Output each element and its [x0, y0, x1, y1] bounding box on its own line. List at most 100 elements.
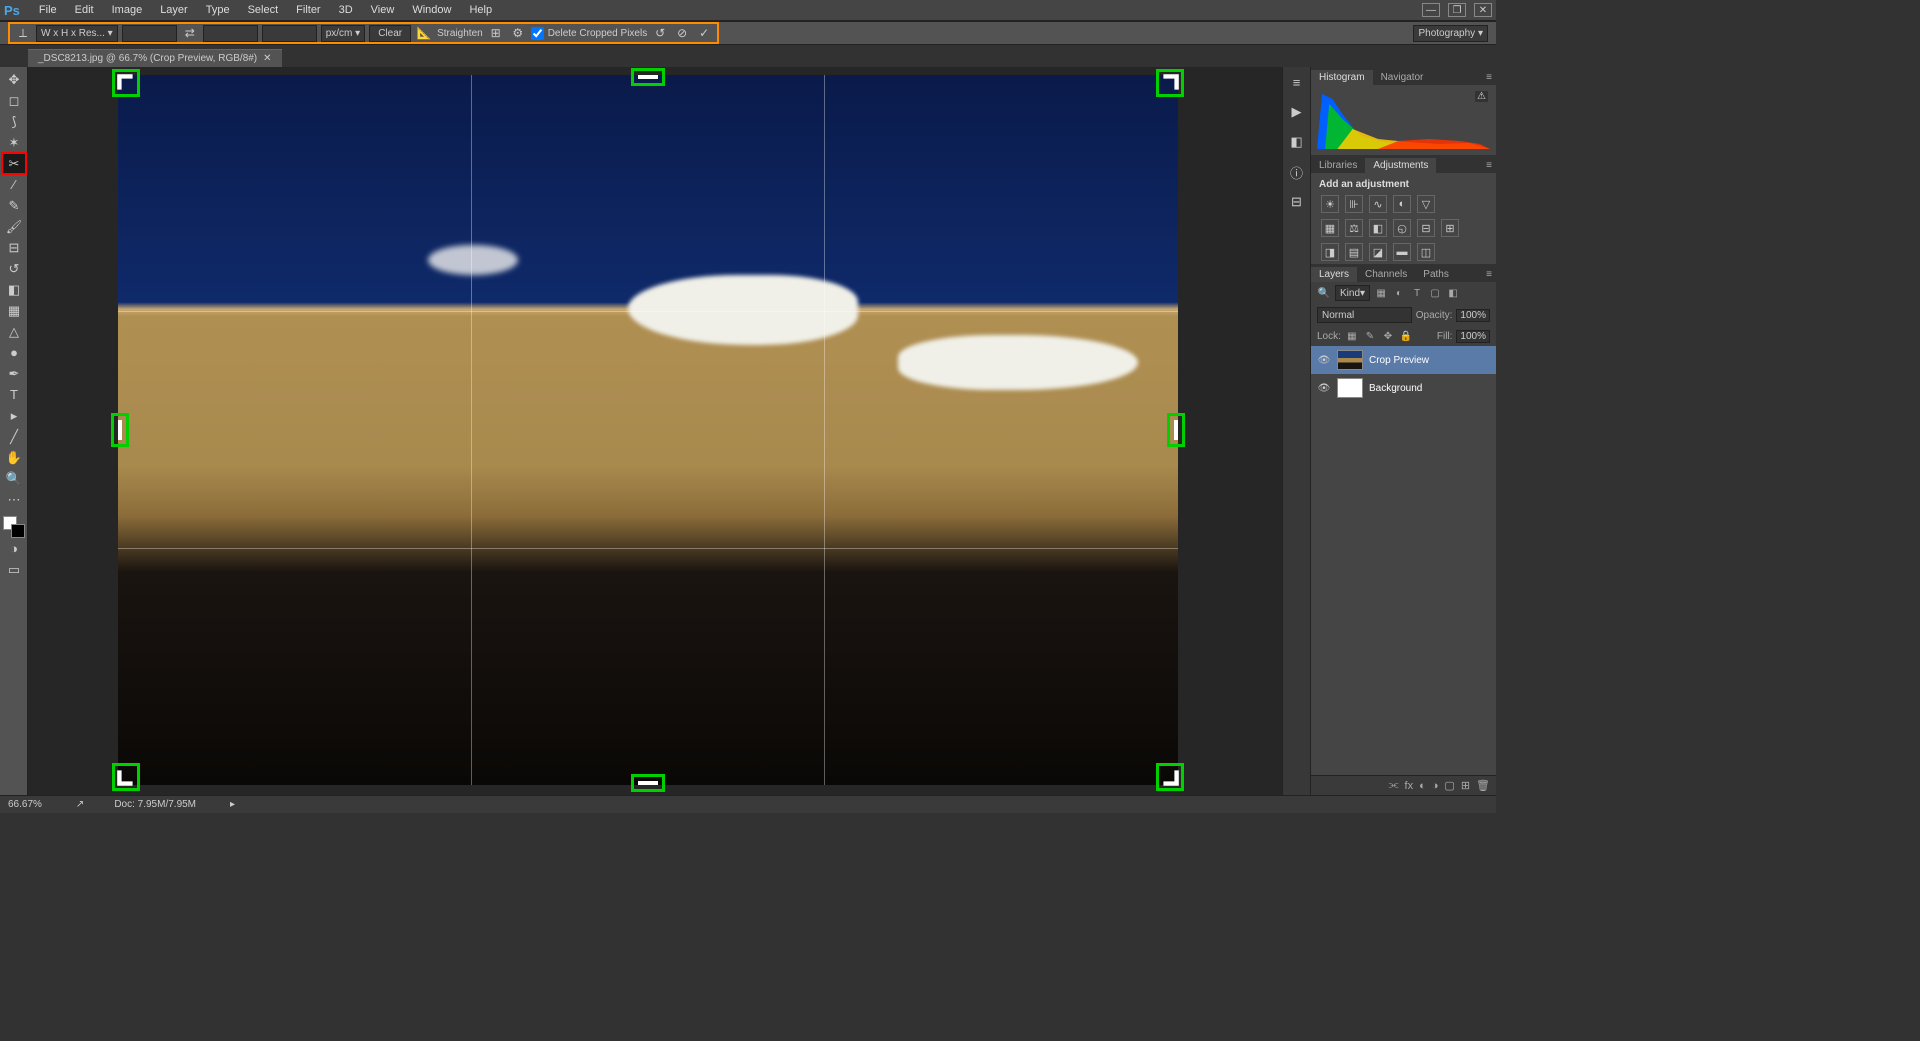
histogram-warning-icon[interactable]: ⚠ — [1475, 91, 1488, 102]
crop-handle-bl[interactable] — [115, 766, 137, 788]
maximize-button[interactable]: ❐ — [1448, 3, 1466, 17]
filter-shape-icon[interactable]: ▢ — [1428, 286, 1442, 300]
straighten-label[interactable]: Straighten — [437, 28, 483, 39]
crop-height-input[interactable] — [203, 25, 258, 42]
blend-mode-select[interactable]: Normal — [1317, 307, 1412, 323]
document-info[interactable]: Doc: 7.95M/7.95M — [114, 799, 196, 810]
search-icon[interactable]: 🔍 — [1317, 286, 1331, 300]
marquee-tool[interactable]: ◻ — [3, 91, 25, 110]
layer-fx-icon[interactable]: fx — [1405, 780, 1414, 792]
layer-row[interactable]: 👁 Crop Preview — [1311, 346, 1496, 374]
filter-adjust-icon[interactable]: ◐ — [1392, 286, 1406, 300]
overlay-grid-icon[interactable]: ⊞ — [487, 24, 505, 42]
brush-tool[interactable]: 🖌 — [3, 217, 25, 236]
menu-view[interactable]: View — [362, 1, 404, 19]
lock-all-icon[interactable]: 🔒 — [1399, 329, 1413, 343]
brightness-icon[interactable]: ☀ — [1321, 195, 1339, 213]
commit-crop-icon[interactable]: ✓ — [695, 24, 713, 42]
zoom-tool[interactable]: 🔍 — [3, 469, 25, 488]
tab-paths[interactable]: Paths — [1415, 267, 1457, 282]
blur-tool[interactable]: △ — [3, 322, 25, 341]
history-brush-tool[interactable]: ↺ — [3, 259, 25, 278]
swap-dimensions-icon[interactable]: ⇄ — [181, 24, 199, 42]
vibrance-icon[interactable]: ▽ — [1417, 195, 1435, 213]
new-fill-icon[interactable]: ◑ — [1432, 780, 1439, 792]
pen-tool[interactable]: ✒ — [3, 364, 25, 383]
eraser-tool[interactable]: ◧ — [3, 280, 25, 299]
menu-image[interactable]: Image — [103, 1, 152, 19]
layer-thumbnail[interactable] — [1337, 350, 1363, 370]
color-lookup-icon[interactable]: ⊞ — [1441, 219, 1459, 237]
healing-brush-tool[interactable]: ✎ — [3, 196, 25, 215]
layer-filter-select[interactable]: Kind ▾ — [1335, 285, 1370, 301]
history-panel-icon[interactable]: ≡ — [1288, 73, 1306, 91]
reset-crop-icon[interactable]: ↺ — [651, 24, 669, 42]
posterize-icon[interactable]: ▤ — [1345, 243, 1363, 261]
hue-sat-icon[interactable]: ▦ — [1321, 219, 1339, 237]
threshold-icon[interactable]: ◪ — [1369, 243, 1387, 261]
layer-name[interactable]: Background — [1369, 383, 1422, 394]
tab-libraries[interactable]: Libraries — [1311, 158, 1365, 173]
type-tool[interactable]: T — [3, 385, 25, 404]
crop-options-icon[interactable]: ⚙ — [509, 24, 527, 42]
eyedropper-tool[interactable]: ⁄ — [3, 175, 25, 194]
layer-mask-icon[interactable]: ◐ — [1419, 780, 1426, 792]
line-tool[interactable]: ╱ — [3, 427, 25, 446]
menu-window[interactable]: Window — [403, 1, 460, 19]
crop-handle-br[interactable] — [1159, 766, 1181, 788]
zoom-popup-icon[interactable]: ↗ — [76, 799, 84, 810]
selective-color-icon[interactable]: ◫ — [1417, 243, 1435, 261]
gradient-map-icon[interactable]: ▬ — [1393, 243, 1411, 261]
background-swatch[interactable] — [11, 524, 25, 538]
layer-row[interactable]: 👁 Background — [1311, 374, 1496, 402]
histogram-flyout-icon[interactable]: ≡ — [1482, 70, 1496, 85]
curves-icon[interactable]: ∿ — [1369, 195, 1387, 213]
move-tool[interactable]: ✥ — [3, 70, 25, 89]
crop-handle-left[interactable] — [114, 416, 126, 444]
clone-stamp-tool[interactable]: ⊟ — [3, 238, 25, 257]
screen-mode-toggle[interactable]: ▭ — [3, 560, 25, 579]
crop-handle-tr[interactable] — [1159, 72, 1181, 94]
quick-select-tool[interactable]: ✶ — [3, 133, 25, 152]
opacity-value[interactable]: 100% — [1456, 309, 1490, 322]
exposure-icon[interactable]: ◐ — [1393, 195, 1411, 213]
workspace-select[interactable]: Photography ▾ — [1413, 25, 1488, 42]
lock-position-icon[interactable]: ✥ — [1381, 329, 1395, 343]
tab-adjustments[interactable]: Adjustments — [1365, 158, 1436, 173]
menu-select[interactable]: Select — [239, 1, 288, 19]
straighten-icon[interactable]: 📐 — [415, 24, 433, 42]
actions-panel-icon[interactable]: ▶ — [1288, 103, 1306, 121]
lock-transparency-icon[interactable]: ▦ — [1345, 329, 1359, 343]
histogram-panel[interactable]: ⚠ — [1311, 85, 1496, 155]
tab-histogram[interactable]: Histogram — [1311, 70, 1373, 85]
fill-value[interactable]: 100% — [1456, 330, 1490, 343]
quick-mask-toggle[interactable]: ◑ — [3, 539, 25, 558]
units-select[interactable]: px/cm ▾ — [321, 25, 365, 42]
crop-handle-tl[interactable] — [115, 72, 137, 94]
gradient-tool[interactable]: ▦ — [3, 301, 25, 320]
info-panel-icon[interactable]: ⓘ — [1288, 163, 1306, 181]
crop-tool-icon[interactable]: ⟂ — [14, 24, 32, 42]
tab-navigator[interactable]: Navigator — [1373, 70, 1432, 85]
filter-type-icon[interactable]: T — [1410, 286, 1424, 300]
zoom-level[interactable]: 66.67% — [8, 799, 42, 810]
crop-handle-right[interactable] — [1170, 416, 1182, 444]
crop-ratio-select[interactable]: W x H x Res... ▾ — [36, 25, 118, 42]
crop-resolution-input[interactable] — [262, 25, 317, 42]
crop-handle-top[interactable] — [634, 71, 662, 83]
canvas[interactable] — [28, 67, 1282, 795]
photo-filter-icon[interactable]: ◵ — [1393, 219, 1411, 237]
minimize-button[interactable]: — — [1422, 3, 1440, 17]
color-balance-icon[interactable]: ⚖ — [1345, 219, 1363, 237]
tab-layers[interactable]: Layers — [1311, 267, 1357, 282]
clear-button[interactable]: Clear — [369, 25, 411, 42]
invert-icon[interactable]: ◨ — [1321, 243, 1339, 261]
visibility-toggle-icon[interactable]: 👁 — [1317, 353, 1331, 367]
menu-help[interactable]: Help — [460, 1, 501, 19]
crop-handle-bottom[interactable] — [634, 777, 662, 789]
filter-smart-icon[interactable]: ◧ — [1446, 286, 1460, 300]
layers-flyout-icon[interactable]: ≡ — [1482, 267, 1496, 282]
document-tab[interactable]: _DSC8213.jpg @ 66.7% (Crop Preview, RGB/… — [28, 49, 282, 67]
new-layer-icon[interactable]: ⊞ — [1461, 779, 1470, 792]
link-layers-icon[interactable]: ⫘ — [1389, 779, 1399, 792]
